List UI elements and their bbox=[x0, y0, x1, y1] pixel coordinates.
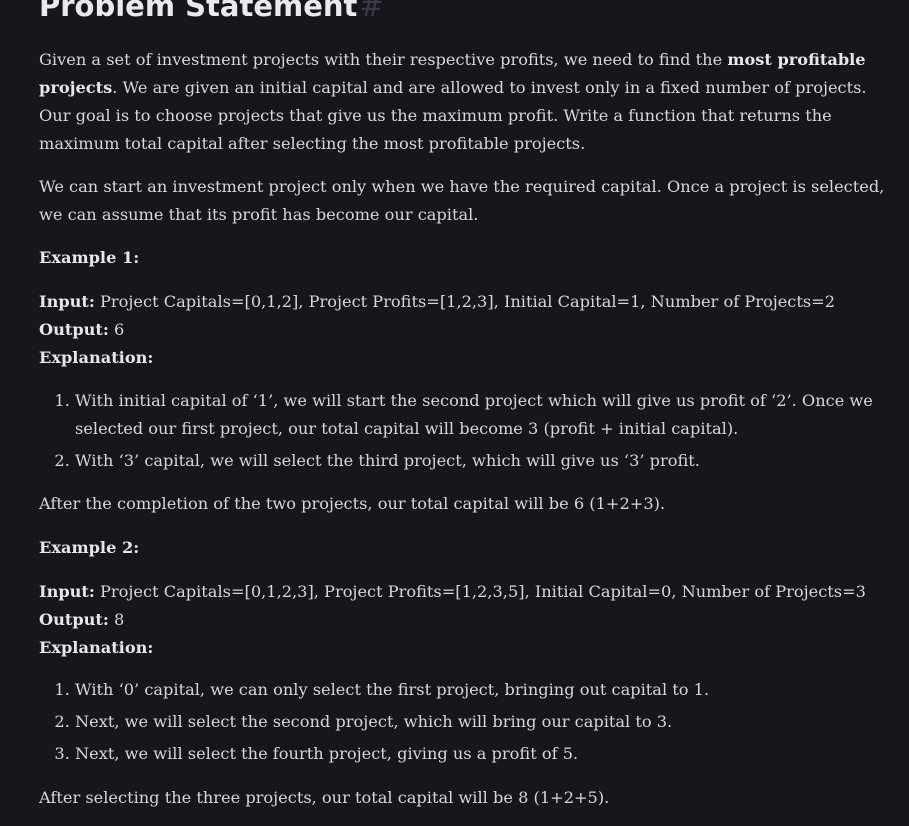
list-item: With initial capital of ‘1’, we will sta… bbox=[75, 387, 889, 443]
example-2-output-value: 8 bbox=[108, 610, 125, 629]
example-1-title: Example 1: bbox=[39, 244, 889, 272]
example-1-explanation-label: Explanation: bbox=[39, 348, 154, 367]
heading-anchor-link[interactable]: # bbox=[359, 0, 383, 23]
example-1-input-label: Input: bbox=[39, 292, 95, 311]
intro-paragraph-1: Given a set of investment projects with … bbox=[39, 46, 889, 158]
example-2-output-label: Output: bbox=[39, 610, 109, 629]
example-2-explanation-label: Explanation: bbox=[39, 638, 154, 657]
example-1-conclusion: After the completion of the two projects… bbox=[39, 494, 666, 513]
example-2-conclusion: After selecting the three projects, our … bbox=[39, 788, 610, 807]
example-2-input-label: Input: bbox=[39, 582, 95, 601]
example-2-io: Input: Project Capitals=[0,1,2,3], Proje… bbox=[39, 578, 889, 662]
page-title: Problem Statement# bbox=[39, 0, 384, 26]
example-2-steps: With ‘0’ capital, we can only select the… bbox=[39, 676, 889, 768]
page-title-text: Problem Statement bbox=[39, 0, 358, 23]
list-item: With ‘0’ capital, we can only select the… bbox=[75, 676, 889, 704]
intro-text-start: Given a set of investment projects with … bbox=[39, 50, 728, 69]
example-1-title-text: Example 1: bbox=[39, 248, 140, 267]
example-1-steps: With initial capital of ‘1’, we will sta… bbox=[39, 387, 889, 475]
example-2-title: Example 2: bbox=[39, 534, 889, 562]
example-2-input-value: Project Capitals=[0,1,2,3], Project Prof… bbox=[94, 582, 866, 601]
list-item: Next, we will select the second project,… bbox=[75, 708, 889, 736]
intro-paragraph-2: We can start an investment project only … bbox=[39, 177, 885, 224]
example-1-output-label: Output: bbox=[39, 320, 109, 339]
intro-text-end: . We are given an initial capital and ar… bbox=[39, 78, 867, 153]
example-1-input-value: Project Capitals=[0,1,2], Project Profit… bbox=[94, 292, 836, 311]
list-item: With ‘3’ capital, we will select the thi… bbox=[75, 447, 889, 475]
list-item: Next, we will select the fourth project,… bbox=[75, 740, 889, 768]
example-1-output-value: 6 bbox=[108, 320, 125, 339]
example-1-io: Input: Project Capitals=[0,1,2], Project… bbox=[39, 288, 889, 372]
example-2-title-text: Example 2: bbox=[39, 538, 140, 557]
